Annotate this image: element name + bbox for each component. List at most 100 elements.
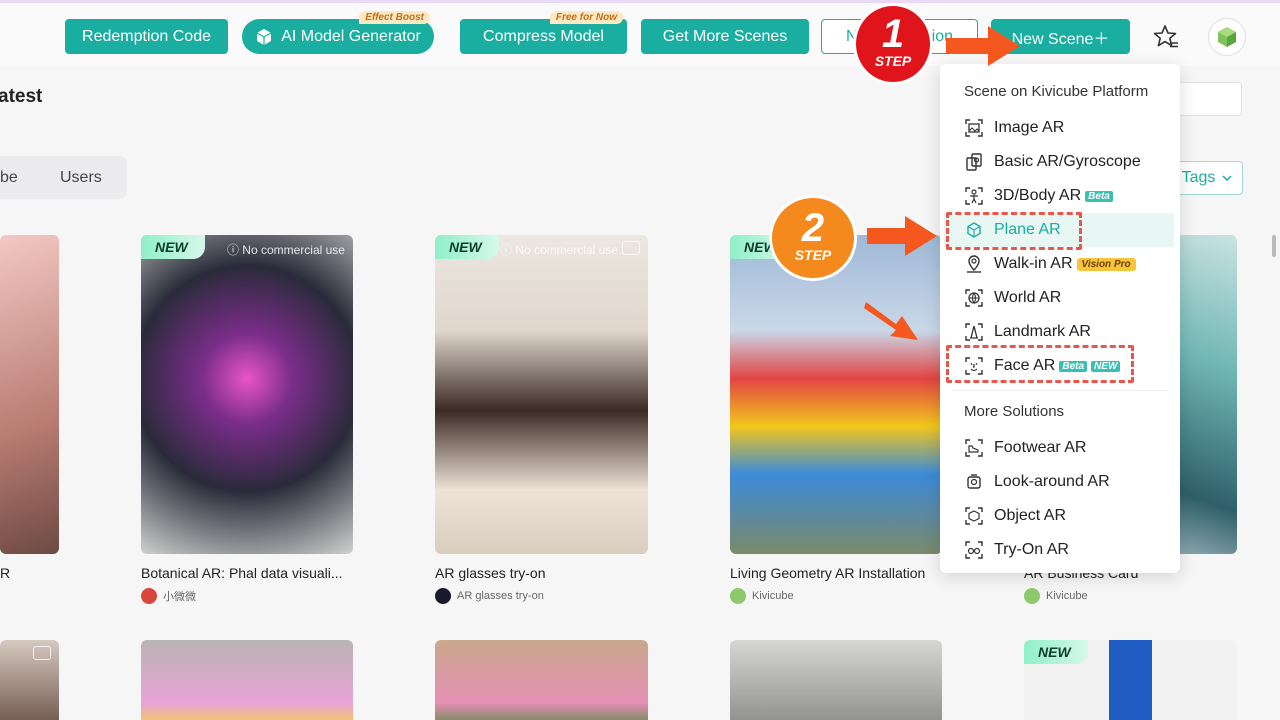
- scene-card[interactable]: [435, 640, 648, 720]
- card-author[interactable]: Kivicube: [730, 588, 794, 604]
- step-label: STEP: [794, 247, 832, 263]
- author-name: AR glasses try-on: [457, 590, 544, 602]
- landmark-icon: [965, 323, 983, 341]
- menu-item-footwear-ar[interactable]: Footwear AR: [940, 431, 1180, 465]
- chevron-down-icon: [1222, 175, 1232, 182]
- no-commercial-note: ⓘ No commercial use: [499, 243, 618, 257]
- menu-item-label: Object AR: [994, 507, 1067, 524]
- gyroscope-icon: [966, 153, 982, 171]
- arrow-down-right-icon: [864, 302, 918, 340]
- scene-card[interactable]: NEW ⓘ No commercial use: [141, 235, 353, 554]
- scene-card[interactable]: NEW: [1024, 640, 1237, 720]
- get-more-scenes-label: Get More Scenes: [662, 27, 788, 45]
- menu-item-look-around-ar[interactable]: Look-around AR: [940, 465, 1180, 499]
- card-thumbnail: [730, 235, 942, 554]
- object-ar-icon: [965, 507, 983, 525]
- section-more-solutions-heading: More Solutions: [964, 403, 1065, 420]
- try-on-icon: [965, 541, 983, 559]
- no-commercial-note: ⓘ No commercial use: [226, 243, 345, 257]
- scene-card[interactable]: NEW ⓘ No commercial use: [435, 235, 648, 554]
- card-thumbnail: [141, 235, 353, 554]
- author-avatar: [730, 588, 746, 604]
- new-scene-label: New Scene＋: [1011, 30, 1110, 48]
- favorite-star-icon[interactable]: [1153, 24, 1179, 50]
- menu-item-world-ar[interactable]: World AR: [940, 281, 1180, 315]
- card-title[interactable]: Botanical AR: Phal data visuali...: [141, 565, 343, 581]
- tab-kivicube[interactable]: be: [0, 169, 18, 187]
- card-author[interactable]: Kivicube: [1024, 588, 1088, 604]
- ai-model-generator-button[interactable]: AI Model Generator Effect Boost: [242, 11, 434, 54]
- body-ar-icon: [965, 187, 983, 205]
- arrow-right-icon: [867, 216, 937, 256]
- vision-pro-tag: Vision Pro: [1076, 257, 1136, 271]
- new-scene-dropdown: Scene on Kivicube Platform Image AR Basi…: [940, 64, 1180, 573]
- get-more-scenes-button[interactable]: Get More Scenes: [641, 19, 809, 54]
- cube-icon: [256, 28, 272, 45]
- menu-item-label: Look-around AR: [994, 473, 1110, 490]
- camera-icon: [33, 646, 51, 660]
- scene-card[interactable]: [141, 640, 353, 720]
- redemption-code-label: Redemption Code: [82, 27, 211, 45]
- card-author[interactable]: 小微微: [141, 588, 196, 604]
- menu-item-basic-ar[interactable]: Basic AR/Gyroscope: [940, 145, 1180, 179]
- card-author[interactable]: AR glasses try-on: [435, 588, 544, 604]
- menu-item-object-ar[interactable]: Object AR: [940, 499, 1180, 533]
- kivicube-logo-icon: [1218, 27, 1236, 47]
- card-title[interactable]: AR glasses try-on: [435, 565, 545, 581]
- menu-item-walk-in-ar[interactable]: Walk-in AR Vision Pro: [940, 247, 1180, 281]
- new-badge: NEW: [141, 235, 205, 259]
- card-thumbnail: [0, 235, 59, 554]
- compress-model-label: Compress Model: [483, 27, 604, 45]
- menu-item-landmark-ar[interactable]: Landmark AR: [940, 315, 1180, 349]
- author-name: Kivicube: [752, 590, 794, 602]
- author-avatar: [1024, 588, 1040, 604]
- menu-item-label: Basic AR/Gyroscope: [994, 153, 1141, 170]
- card-thumbnail: [730, 640, 942, 720]
- filter-tabs: be Users: [0, 156, 127, 199]
- footwear-icon: [965, 439, 983, 457]
- section-platform-heading: Scene on Kivicube Platform: [964, 83, 1149, 100]
- face-ar-highlight: [946, 345, 1134, 383]
- new-badge: NEW: [1024, 640, 1088, 664]
- step-number: 1: [881, 12, 905, 56]
- step-1-marker: 1 STEP: [856, 6, 930, 82]
- effect-boost-badge: Effect Boost: [359, 11, 430, 24]
- menu-item-label: World AR: [994, 289, 1062, 306]
- walk-in-icon: [967, 255, 981, 273]
- author-avatar: [435, 588, 451, 604]
- free-for-now-badge: Free for Now: [549, 11, 623, 24]
- search-input[interactable]: [1180, 82, 1242, 116]
- step-2-marker: 2 STEP: [772, 198, 854, 278]
- avatar[interactable]: [1208, 18, 1246, 56]
- compress-model-button[interactable]: Compress Model Free for Now: [460, 11, 627, 54]
- author-name: Kivicube: [1046, 590, 1088, 602]
- card-title[interactable]: R: [0, 565, 10, 581]
- step-number: 2: [801, 206, 825, 250]
- beta-tag: Beta: [1085, 190, 1113, 202]
- menu-item-try-on-ar[interactable]: Try-On AR: [940, 533, 1180, 567]
- menu-divider: [952, 390, 1168, 391]
- camera-icon: [622, 241, 640, 255]
- tags-label: Tags: [1181, 169, 1216, 186]
- menu-item-label: Try-On AR: [994, 541, 1069, 558]
- scrollbar[interactable]: [1272, 235, 1276, 257]
- menu-item-label: 3D/Body AR: [994, 187, 1082, 204]
- tab-users[interactable]: Users: [60, 169, 102, 187]
- scene-card[interactable]: NEW: [730, 235, 942, 554]
- step-label: STEP: [874, 53, 912, 69]
- scene-card[interactable]: [730, 640, 942, 720]
- menu-item-label: Landmark AR: [994, 323, 1091, 340]
- ai-model-generator-label: AI Model Generator: [281, 27, 421, 45]
- menu-item-body-ar[interactable]: 3D/Body AR Beta: [940, 179, 1180, 213]
- menu-item-image-ar[interactable]: Image AR: [940, 111, 1180, 145]
- author-name: 小微微: [163, 591, 196, 603]
- tags-dropdown[interactable]: Tags: [1172, 161, 1243, 195]
- redemption-code-button[interactable]: Redemption Code: [65, 19, 228, 54]
- author-avatar: [141, 588, 157, 604]
- scene-card[interactable]: [0, 235, 59, 554]
- card-title[interactable]: Living Geometry AR Installation: [730, 565, 925, 581]
- menu-item-label: Footwear AR: [994, 439, 1087, 456]
- scene-card[interactable]: [0, 640, 59, 720]
- look-around-icon: [967, 474, 981, 489]
- card-thumbnail: [141, 640, 353, 720]
